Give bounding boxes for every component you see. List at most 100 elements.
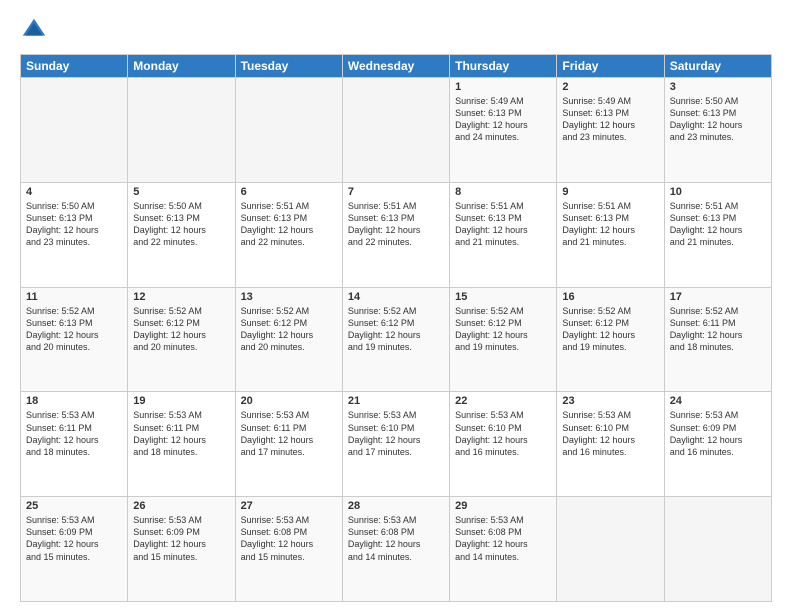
day-number: 22: [455, 395, 551, 407]
header: [20, 16, 772, 44]
day-number: 25: [26, 500, 122, 512]
calendar-cell: 20 Sunrise: 5:53 AM Sunset: 6:11 PM Dayli…: [235, 392, 342, 497]
day-info: Sunrise: 5:53 AM Sunset: 6:10 PM Dayligh…: [562, 409, 658, 458]
day-info: Sunrise: 5:52 AM Sunset: 6:13 PM Dayligh…: [26, 305, 122, 354]
calendar-week-5: 25 Sunrise: 5:53 AM Sunset: 6:09 PM Dayli…: [21, 497, 772, 602]
day-info: Sunrise: 5:53 AM Sunset: 6:09 PM Dayligh…: [26, 514, 122, 563]
weekday-saturday: Saturday: [664, 55, 771, 78]
day-number: 10: [670, 186, 766, 198]
day-info: Sunrise: 5:51 AM Sunset: 6:13 PM Dayligh…: [562, 200, 658, 249]
weekday-thursday: Thursday: [450, 55, 557, 78]
calendar-cell: [235, 78, 342, 183]
day-number: 27: [241, 500, 337, 512]
calendar-cell: 8 Sunrise: 5:51 AM Sunset: 6:13 PM Daylig…: [450, 182, 557, 287]
calendar-cell: 2Sunrise: 5:49 AM Sunset: 6:13 PM Daylig…: [557, 78, 664, 183]
day-info: Sunrise: 5:51 AM Sunset: 6:13 PM Dayligh…: [348, 200, 444, 249]
calendar-cell: [557, 497, 664, 602]
calendar-cell: 10 Sunrise: 5:51 AM Sunset: 6:13 PM Dayli…: [664, 182, 771, 287]
calendar-cell: 28 Sunrise: 5:53 AM Sunset: 6:08 PM Dayli…: [342, 497, 449, 602]
calendar-cell: 3 Sunrise: 5:50 AM Sunset: 6:13 PM Daylig…: [664, 78, 771, 183]
calendar-cell: 9 Sunrise: 5:51 AM Sunset: 6:13 PM Daylig…: [557, 182, 664, 287]
day-number: 26: [133, 500, 229, 512]
calendar-cell: [342, 78, 449, 183]
day-number: 28: [348, 500, 444, 512]
calendar-cell: 5 Sunrise: 5:50 AM Sunset: 6:13 PM Daylig…: [128, 182, 235, 287]
weekday-monday: Monday: [128, 55, 235, 78]
day-number: 7: [348, 186, 444, 198]
calendar-cell: 12 Sunrise: 5:52 AM Sunset: 6:12 PM Dayli…: [128, 287, 235, 392]
day-info: Sunrise: 5:53 AM Sunset: 6:10 PM Dayligh…: [455, 409, 551, 458]
day-info: Sunrise: 5:52 AM Sunset: 6:12 PM Dayligh…: [562, 305, 658, 354]
day-info: Sunrise: 5:50 AM Sunset: 6:13 PM Dayligh…: [670, 95, 766, 144]
day-info: Sunrise: 5:50 AM Sunset: 6:13 PM Dayligh…: [133, 200, 229, 249]
calendar-cell: [664, 497, 771, 602]
calendar-cell: 26 Sunrise: 5:53 AM Sunset: 6:09 PM Dayli…: [128, 497, 235, 602]
calendar-cell: 24 Sunrise: 5:53 AM Sunset: 6:09 PM Dayli…: [664, 392, 771, 497]
day-info: Sunrise: 5:52 AM Sunset: 6:12 PM Dayligh…: [133, 305, 229, 354]
weekday-wednesday: Wednesday: [342, 55, 449, 78]
calendar-cell: 4 Sunrise: 5:50 AM Sunset: 6:13 PM Daylig…: [21, 182, 128, 287]
day-number: 23: [562, 395, 658, 407]
day-number: 15: [455, 291, 551, 303]
logo: [20, 16, 52, 44]
day-info: Sunrise: 5:52 AM Sunset: 6:11 PM Dayligh…: [670, 305, 766, 354]
day-number: 3: [670, 81, 766, 93]
day-info: Sunrise: 5:51 AM Sunset: 6:13 PM Dayligh…: [455, 200, 551, 249]
day-number: 19: [133, 395, 229, 407]
calendar-cell: 25 Sunrise: 5:53 AM Sunset: 6:09 PM Dayli…: [21, 497, 128, 602]
day-info: Sunrise: 5:52 AM Sunset: 6:12 PM Dayligh…: [241, 305, 337, 354]
calendar-cell: 19 Sunrise: 5:53 AM Sunset: 6:11 PM Dayli…: [128, 392, 235, 497]
day-number: 12: [133, 291, 229, 303]
calendar-cell: 16 Sunrise: 5:52 AM Sunset: 6:12 PM Dayli…: [557, 287, 664, 392]
weekday-tuesday: Tuesday: [235, 55, 342, 78]
calendar-table: SundayMondayTuesdayWednesdayThursdayFrid…: [20, 54, 772, 602]
calendar-cell: 29 Sunrise: 5:53 AM Sunset: 6:08 PM Dayli…: [450, 497, 557, 602]
calendar-cell: 17Sunrise: 5:52 AM Sunset: 6:11 PM Dayli…: [664, 287, 771, 392]
calendar-cell: 15 Sunrise: 5:52 AM Sunset: 6:12 PM Dayli…: [450, 287, 557, 392]
calendar-cell: 22 Sunrise: 5:53 AM Sunset: 6:10 PM Dayli…: [450, 392, 557, 497]
calendar-cell: 7 Sunrise: 5:51 AM Sunset: 6:13 PM Daylig…: [342, 182, 449, 287]
calendar-week-4: 18 Sunrise: 5:53 AM Sunset: 6:11 PM Dayli…: [21, 392, 772, 497]
day-info: Sunrise: 5:53 AM Sunset: 6:08 PM Dayligh…: [455, 514, 551, 563]
day-info: Sunrise: 5:53 AM Sunset: 6:09 PM Dayligh…: [670, 409, 766, 458]
day-info: Sunrise: 5:53 AM Sunset: 6:11 PM Dayligh…: [241, 409, 337, 458]
day-info: Sunrise: 5:53 AM Sunset: 6:11 PM Dayligh…: [133, 409, 229, 458]
day-info: Sunrise: 5:51 AM Sunset: 6:13 PM Dayligh…: [670, 200, 766, 249]
calendar-cell: 13 Sunrise: 5:52 AM Sunset: 6:12 PM Dayli…: [235, 287, 342, 392]
day-number: 9: [562, 186, 658, 198]
calendar-week-2: 4 Sunrise: 5:50 AM Sunset: 6:13 PM Daylig…: [21, 182, 772, 287]
day-info: Sunrise: 5:52 AM Sunset: 6:12 PM Dayligh…: [455, 305, 551, 354]
day-number: 18: [26, 395, 122, 407]
calendar-cell: 18 Sunrise: 5:53 AM Sunset: 6:11 PM Dayli…: [21, 392, 128, 497]
day-number: 6: [241, 186, 337, 198]
day-number: 5: [133, 186, 229, 198]
weekday-sunday: Sunday: [21, 55, 128, 78]
day-info: Sunrise: 5:53 AM Sunset: 6:11 PM Dayligh…: [26, 409, 122, 458]
day-number: 24: [670, 395, 766, 407]
calendar-cell: 14 Sunrise: 5:52 AM Sunset: 6:12 PM Dayli…: [342, 287, 449, 392]
day-info: Sunrise: 5:49 AM Sunset: 6:13 PM Dayligh…: [562, 95, 658, 144]
day-info: Sunrise: 5:49 AM Sunset: 6:13 PM Dayligh…: [455, 95, 551, 144]
day-number: 8: [455, 186, 551, 198]
logo-icon: [20, 16, 48, 44]
day-number: 29: [455, 500, 551, 512]
weekday-header-row: SundayMondayTuesdayWednesdayThursdayFrid…: [21, 55, 772, 78]
day-info: Sunrise: 5:53 AM Sunset: 6:08 PM Dayligh…: [348, 514, 444, 563]
day-info: Sunrise: 5:52 AM Sunset: 6:12 PM Dayligh…: [348, 305, 444, 354]
day-info: Sunrise: 5:50 AM Sunset: 6:13 PM Dayligh…: [26, 200, 122, 249]
day-number: 4: [26, 186, 122, 198]
day-number: 11: [26, 291, 122, 303]
day-number: 16: [562, 291, 658, 303]
day-number: 20: [241, 395, 337, 407]
calendar-week-3: 11 Sunrise: 5:52 AM Sunset: 6:13 PM Dayli…: [21, 287, 772, 392]
day-info: Sunrise: 5:53 AM Sunset: 6:08 PM Dayligh…: [241, 514, 337, 563]
day-number: 13: [241, 291, 337, 303]
page: SundayMondayTuesdayWednesdayThursdayFrid…: [0, 0, 792, 612]
calendar-cell: 1Sunrise: 5:49 AM Sunset: 6:13 PM Daylig…: [450, 78, 557, 183]
day-info: Sunrise: 5:53 AM Sunset: 6:09 PM Dayligh…: [133, 514, 229, 563]
weekday-friday: Friday: [557, 55, 664, 78]
day-number: 14: [348, 291, 444, 303]
calendar-cell: 11 Sunrise: 5:52 AM Sunset: 6:13 PM Dayli…: [21, 287, 128, 392]
calendar-cell: [21, 78, 128, 183]
day-number: 21: [348, 395, 444, 407]
